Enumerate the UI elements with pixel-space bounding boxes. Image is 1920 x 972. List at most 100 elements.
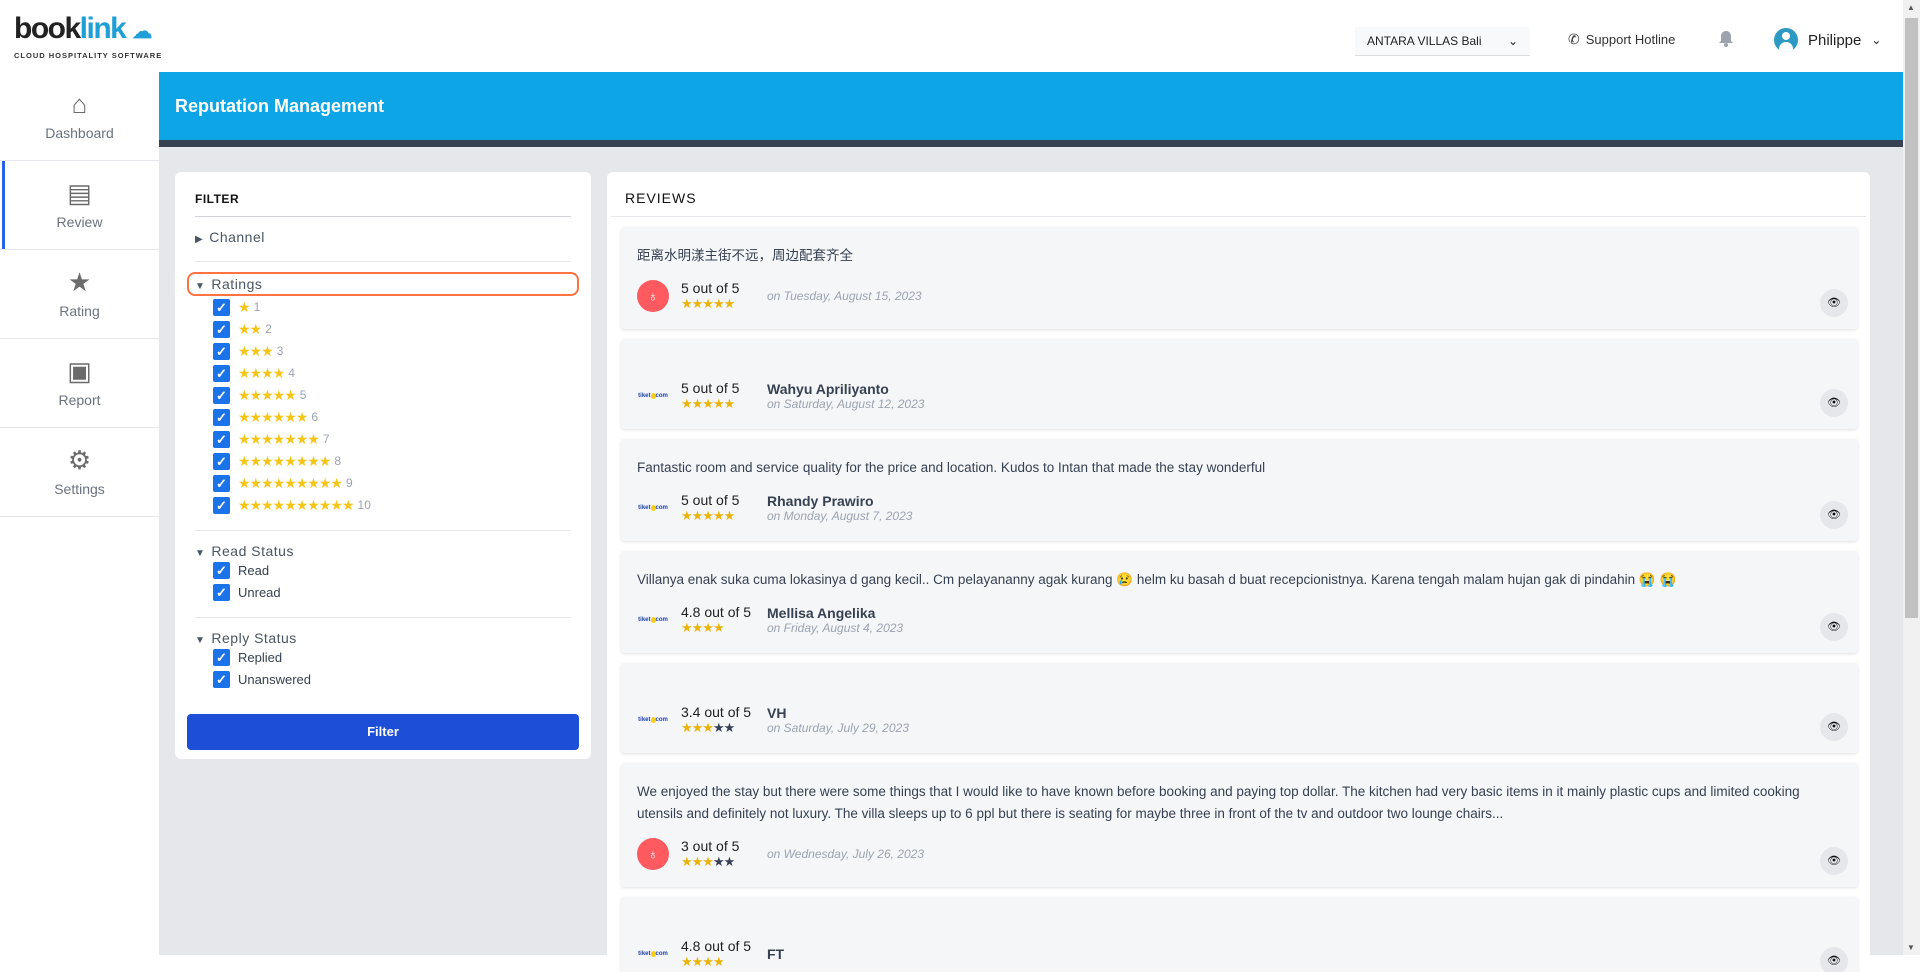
star-rating: ★★★★★ bbox=[681, 508, 735, 523]
chevron-down-icon: ⌄ bbox=[1871, 33, 1882, 47]
page-scrollbar[interactable]: ▲ ▼ bbox=[1903, 0, 1920, 955]
avatar bbox=[1774, 28, 1798, 52]
sidebar-item-label: Dashboard bbox=[45, 125, 114, 141]
score-text: 5 out of 5 bbox=[681, 280, 740, 296]
checkbox-rating-6[interactable]: ✓ ★★★★★★ 6 bbox=[213, 406, 571, 428]
view-eye-icon[interactable]: 👁 bbox=[1820, 389, 1848, 417]
reviewer: on Tuesday, August 15, 2023 bbox=[767, 289, 922, 303]
checkbox-rating-3[interactable]: ✓ ★★★ 3 bbox=[213, 340, 571, 362]
support-hotline-link[interactable]: ✆ Support Hotline bbox=[1568, 31, 1675, 48]
scroll-down-icon[interactable]: ▼ bbox=[1907, 943, 1915, 952]
score-text: 3.4 out of 5 bbox=[681, 704, 752, 720]
checkbox-unanswered[interactable]: ✓ Unanswered bbox=[213, 668, 571, 690]
checkbox-checked[interactable]: ✓ bbox=[213, 474, 230, 492]
rating-value: 9 bbox=[345, 476, 353, 490]
checkbox-checked[interactable]: ✓ bbox=[213, 561, 230, 579]
checkbox-checked[interactable]: ✓ bbox=[213, 496, 230, 514]
reviewer: VH on Saturday, July 29, 2023 bbox=[767, 705, 909, 735]
reviewer-name: Mellisa Angelika bbox=[767, 605, 876, 621]
sidebar-item-rating[interactable]: ★ Rating bbox=[0, 250, 159, 339]
review-card: 距离水明漾主街不远，周边配套齐全 ♁ 5 out of 5 ★★★★★ on Tu… bbox=[621, 227, 1858, 329]
review-date: on Saturday, July 29, 2023 bbox=[767, 721, 909, 735]
checkbox-rating-9[interactable]: ✓ ★★★★★★★★★ 9 bbox=[213, 472, 571, 494]
checkbox-checked[interactable]: ✓ bbox=[213, 648, 230, 666]
checkbox-rating-1[interactable]: ✓ ★ 1 bbox=[213, 296, 571, 318]
view-eye-icon[interactable]: 👁 bbox=[1820, 713, 1848, 741]
star-rating: ★★★★★ bbox=[681, 396, 735, 411]
checkbox-checked[interactable]: ✓ bbox=[213, 298, 230, 316]
checkbox-checked[interactable]: ✓ bbox=[213, 320, 230, 338]
hotel-name: ANTARA VILLAS Bali bbox=[1367, 34, 1482, 48]
sidebar-item-report[interactable]: ▣ Report bbox=[0, 339, 159, 428]
checkbox-rating-7[interactable]: ✓ ★★★★★★★ 7 bbox=[213, 428, 571, 450]
sidebar-item-dashboard[interactable]: ⌂ Dashboard bbox=[0, 72, 159, 161]
airbnb-logo: ♁ bbox=[637, 280, 669, 312]
filter-panel: FILTER ▶ Channel ▼ Ratings ✓ ★ 1 ✓ ★★ 2 ✓ ★★★ 3 ✓ ★★… bbox=[175, 172, 591, 759]
review-date: on Monday, August 7, 2023 bbox=[767, 509, 913, 523]
rating-value: 6 bbox=[311, 410, 318, 424]
checkbox-checked[interactable]: ✓ bbox=[213, 408, 230, 426]
gear-icon: ⚙ bbox=[67, 445, 92, 475]
checkbox-read[interactable]: ✓ Read bbox=[213, 559, 571, 581]
checkbox-checked[interactable]: ✓ bbox=[213, 430, 230, 448]
reviewer-name: Rhandy Prawiro bbox=[767, 493, 874, 509]
stars-icon: ★ bbox=[238, 298, 251, 315]
user-menu[interactable]: Philippe ⌄ bbox=[1774, 28, 1881, 52]
filter-button[interactable]: Filter bbox=[187, 714, 579, 750]
user-name: Philippe bbox=[1808, 31, 1862, 49]
review-score: 5 out of 5 ★★★★★ bbox=[681, 380, 767, 412]
hotel-select[interactable]: ANTARA VILLAS Bali ⌄ bbox=[1355, 27, 1530, 56]
section-label: Channel bbox=[209, 229, 265, 245]
checkbox-rating-8[interactable]: ✓ ★★★★★★★★ 8 bbox=[213, 450, 571, 472]
option-label: Replied bbox=[238, 649, 283, 665]
logo-tagline: CLOUD HOSPITALITY SOFTWARE bbox=[14, 51, 163, 60]
view-eye-icon[interactable]: 👁 bbox=[1820, 947, 1848, 972]
score-text: 5 out of 5 bbox=[681, 492, 740, 508]
review-card: tiket com 5 out of 5 ★★★★★ Wahyu Apriliyan… bbox=[621, 339, 1858, 429]
checkbox-checked[interactable]: ✓ bbox=[213, 386, 230, 404]
page-title: Reputation Management bbox=[159, 72, 1903, 140]
scrollbar-thumb[interactable] bbox=[1905, 18, 1918, 618]
checkbox-rating-10[interactable]: ✓ ★★★★★★★★★★ 10 bbox=[213, 494, 571, 516]
checkbox-rating-5[interactable]: ✓ ★★★★★ 5 bbox=[213, 384, 571, 406]
checkbox-checked[interactable]: ✓ bbox=[213, 583, 230, 601]
view-eye-icon[interactable]: 👁 bbox=[1820, 501, 1848, 529]
sidebar-item-settings[interactable]: ⚙ Settings bbox=[0, 428, 159, 517]
checkbox-replied[interactable]: ✓ Replied bbox=[213, 646, 571, 668]
scroll-up-icon[interactable]: ▲ bbox=[1907, 3, 1915, 12]
rating-value: 4 bbox=[288, 366, 295, 380]
channel-toggle[interactable]: ▶ Channel bbox=[195, 217, 571, 245]
checkbox-checked[interactable]: ✓ bbox=[213, 364, 230, 382]
review-score: 4.8 out of 5 ★★★★ bbox=[681, 938, 767, 970]
read-status-toggle[interactable]: ▼ Read Status bbox=[195, 531, 571, 559]
checkbox-checked[interactable]: ✓ bbox=[213, 670, 230, 688]
view-eye-icon[interactable]: 👁 bbox=[1820, 613, 1848, 641]
review-date: on Saturday, August 12, 2023 bbox=[767, 397, 925, 411]
rating-value: 10 bbox=[357, 498, 371, 512]
option-label: Read bbox=[238, 562, 270, 578]
checkbox-checked[interactable]: ✓ bbox=[213, 452, 230, 470]
sidebar-item-review[interactable]: ▤ Review bbox=[0, 161, 159, 250]
booklink-logo[interactable]: booklink ☁ CLOUD HOSPITALITY SOFTWARE bbox=[14, 12, 164, 61]
reply-status-toggle[interactable]: ▼ Reply Status bbox=[195, 618, 571, 646]
review-card: tiket com 4.8 out of 5 ★★★★ FT 👁 bbox=[621, 897, 1858, 972]
review-date: on Tuesday, August 15, 2023 bbox=[767, 289, 922, 303]
checkbox-rating-4[interactable]: ✓ ★★★★ 4 bbox=[213, 362, 571, 384]
view-eye-icon[interactable]: 👁 bbox=[1820, 847, 1848, 875]
ratings-toggle[interactable]: ▼ Ratings bbox=[187, 272, 579, 296]
reviewer: on Wednesday, July 26, 2023 bbox=[767, 847, 924, 861]
star-icon: ★ bbox=[67, 267, 92, 297]
bell-icon[interactable] bbox=[1718, 30, 1734, 47]
checkbox-rating-2[interactable]: ✓ ★★ 2 bbox=[213, 318, 571, 340]
view-eye-icon[interactable]: 👁 bbox=[1820, 289, 1848, 317]
review-text bbox=[637, 915, 1842, 925]
review-date: on Friday, August 4, 2023 bbox=[767, 621, 904, 635]
rating-value: 5 bbox=[299, 388, 307, 402]
checkbox-unread[interactable]: ✓ Unread bbox=[213, 581, 571, 603]
checkbox-checked[interactable]: ✓ bbox=[213, 342, 230, 360]
reviewer: Rhandy Prawiro on Monday, August 7, 2023 bbox=[767, 493, 912, 523]
tiket-logo: tiket com bbox=[638, 393, 668, 399]
rating-value: 1 bbox=[253, 300, 261, 314]
logo-word: book bbox=[14, 12, 81, 45]
stars-icon: ★★★★★★★★★ bbox=[238, 474, 343, 491]
